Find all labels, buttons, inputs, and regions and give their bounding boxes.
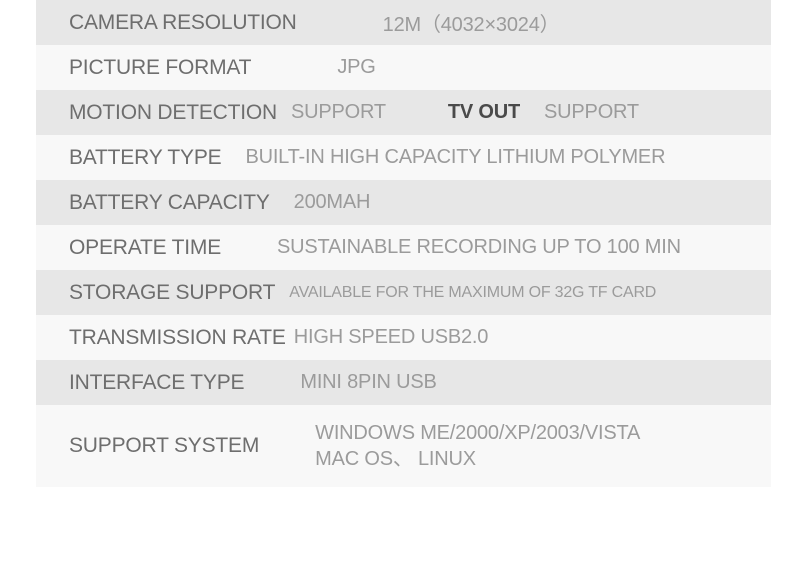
table-row: OPERATE TIME SUSTAINABLE RECORDING UP TO… (36, 225, 771, 270)
spec-label: PICTURE FORMAT (69, 55, 252, 79)
spec-value-multiline: WINDOWS ME/2000/XP/2003/VISTA MAC OS、 LI… (315, 420, 640, 473)
spec-label: STORAGE SUPPORT (69, 280, 276, 304)
spec-value: JPG (337, 56, 376, 78)
table-row: STORAGE SUPPORT AVAILABLE FOR THE MAXIMU… (36, 270, 771, 315)
specification-table: CAMERA RESOLUTION 12M（4032×3024） PICTURE… (36, 0, 771, 487)
table-row: SUPPORT SYSTEM WINDOWS ME/2000/XP/2003/V… (36, 405, 771, 487)
spec-label: CAMERA RESOLUTION (69, 10, 297, 34)
table-row: INTERFACE TYPE MINI 8PIN USB (36, 360, 771, 405)
table-row: CAMERA RESOLUTION 12M（4032×3024） (36, 0, 771, 45)
spec-value: SUSTAINABLE RECORDING UP TO 100 MIN (277, 236, 681, 258)
spec-value: 200MAH (293, 191, 371, 213)
spec-label: MOTION DETECTION (69, 100, 277, 124)
table-row: BATTERY CAPACITY 200MAH (36, 180, 771, 225)
spec-value: HIGH SPEED USB2.0 (293, 326, 489, 348)
table-row: TRANSMISSION RATE HIGH SPEED USB2.0 (36, 315, 771, 360)
spec-value-line-2: MAC OS、 LINUX (315, 448, 476, 470)
table-row: PICTURE FORMAT JPG (36, 45, 771, 90)
spec-value-line-1: WINDOWS ME/2000/XP/2003/VISTA (315, 421, 641, 444)
spec-value: 12M（4032×3024） (382, 14, 560, 36)
spec-label: BATTERY TYPE (69, 145, 222, 169)
spec-value: AVAILABLE FOR THE MAXIMUM OF 32G TF CARD (289, 283, 657, 301)
spec-value-secondary: SUPPORT (544, 101, 639, 123)
table-row: MOTION DETECTION SUPPORT TV OUT SUPPORT (36, 90, 771, 135)
spec-label: SUPPORT SYSTEM (69, 434, 260, 457)
spec-value: BUILT-IN HIGH CAPACITY LITHIUM POLYMER (245, 146, 666, 168)
spec-label-secondary: TV OUT (447, 101, 521, 123)
spec-value: SUPPORT (290, 101, 386, 123)
spec-label: BATTERY CAPACITY (69, 190, 270, 214)
table-row: BATTERY TYPE BUILT-IN HIGH CAPACITY LITH… (36, 135, 771, 180)
spec-label: INTERFACE TYPE (69, 370, 245, 394)
spec-label: TRANSMISSION RATE (69, 325, 286, 349)
spec-label: OPERATE TIME (69, 235, 222, 259)
spec-value: MINI 8PIN USB (300, 371, 437, 393)
